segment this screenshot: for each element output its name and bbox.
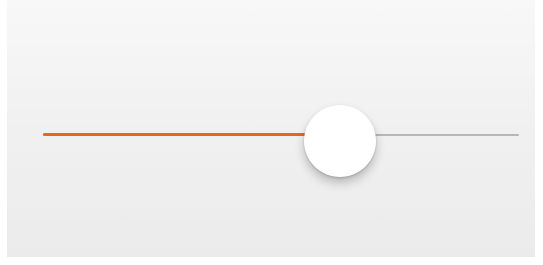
slider-panel [7,0,535,257]
slider-thumb[interactable] [304,105,376,177]
slider-fill [43,133,340,136]
value-slider[interactable] [43,105,519,177]
